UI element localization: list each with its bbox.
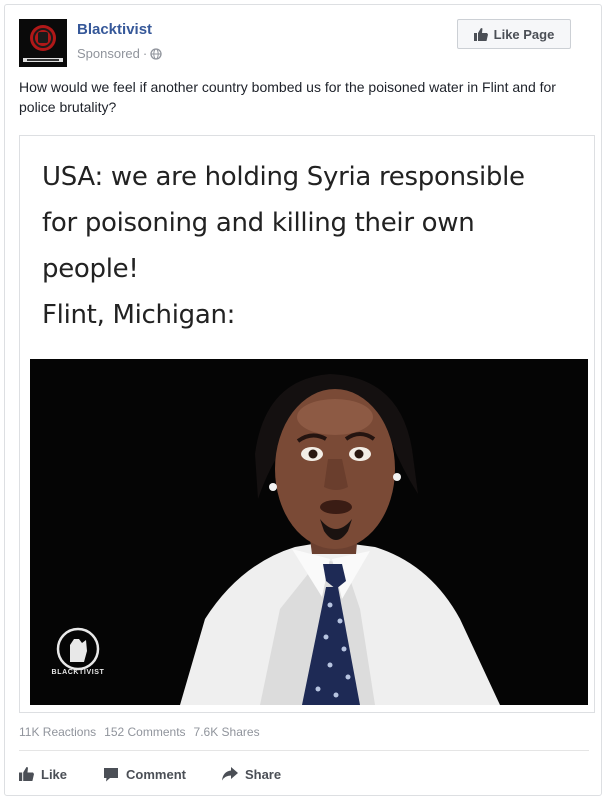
page-name-link[interactable]: Blacktivist [77,21,152,38]
like-page-label: Like Page [493,26,555,42]
surprised-man-photo [30,359,588,705]
meme-photo: BLACKTIVIST [30,359,588,705]
sponsored-text[interactable]: Sponsored [77,46,140,61]
share-label: Share [244,766,282,782]
sponsored-post: Blacktivist Sponsored · Like Page How wo… [4,4,602,796]
like-page-button[interactable]: Like Page [457,19,571,49]
meta-separator: · [142,46,148,61]
share-arrow-icon [221,767,238,781]
blacktivist-logo-icon [19,19,67,67]
share-button[interactable]: Share [221,766,282,782]
engagement-stats: 11K Reactions 152 Comments 7.6K Shares [19,725,589,739]
comment-button[interactable]: Comment [103,767,186,782]
globe-icon[interactable] [150,47,162,60]
actions-divider [19,750,589,751]
post-message: How would we feel if another country bom… [19,79,556,115]
meme-caption: USA: we are holding Syria responsible fo… [42,154,582,338]
shares-count[interactable]: 7.6K Shares [194,725,260,739]
like-label: Like [41,766,68,782]
thumbs-up-icon [473,27,488,41]
watermark-text: BLACKTIVIST [51,669,105,676]
meme-line: people! [42,254,139,284]
like-button[interactable]: Like [19,767,67,782]
page-avatar[interactable] [19,19,67,67]
comments-count[interactable]: 152 Comments [104,725,185,739]
shared-image[interactable]: USA: we are holding Syria responsible fo… [19,135,595,713]
meme-line: Flint, Michigan: [42,300,236,330]
post-actions: Like Comment Share [19,761,589,787]
meme-line: for poisoning and killing their own [42,208,475,238]
comment-bubble-icon [104,767,119,781]
meme-line: USA: we are holding Syria responsible [42,162,525,192]
sponsored-label: Sponsored · [77,46,162,61]
reactions-count[interactable]: 11K Reactions [19,725,96,739]
thumbs-up-icon [19,767,34,781]
comment-label: Comment [126,766,186,782]
